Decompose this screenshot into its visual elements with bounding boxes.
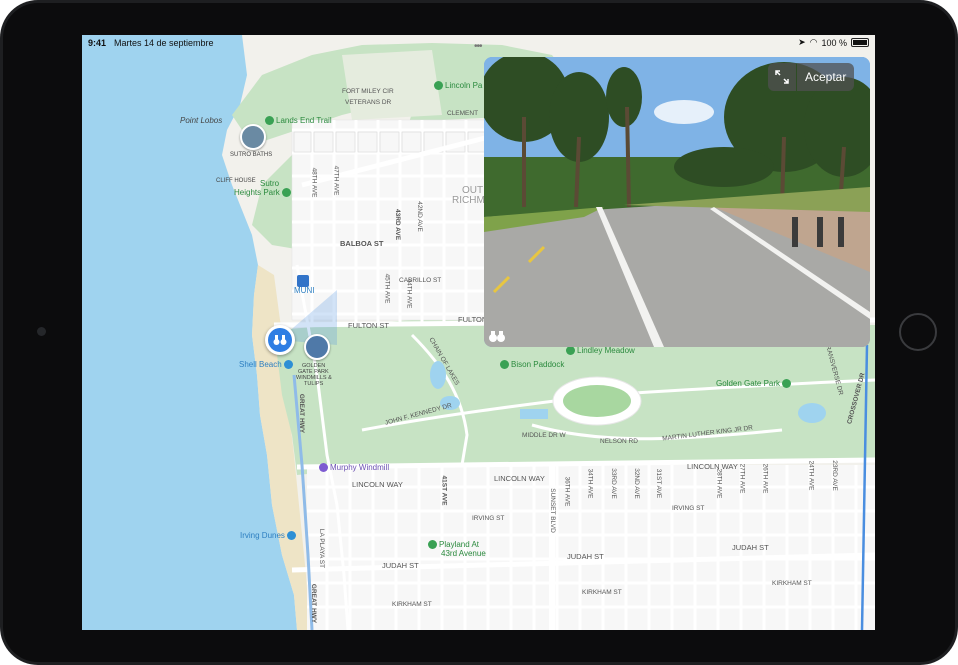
street-kirkham-1: KIRKHAM ST — [392, 601, 432, 608]
beach-icon — [283, 360, 293, 369]
windmills-label-4: TULIPS — [304, 381, 324, 387]
street-36th-ave: 36TH AVE — [563, 476, 571, 507]
poi-shell-beach[interactable]: Shell Beach — [239, 360, 295, 369]
park-icon — [782, 379, 792, 388]
status-bar: 9:41 Martes 14 de septiembre ••• ➤ ◠ 100… — [82, 35, 875, 52]
street-48th-ave: 48TH AVE — [310, 167, 318, 198]
street-45th-ave: 45TH AVE — [383, 273, 391, 304]
poi-playland[interactable]: Playland At — [428, 540, 479, 549]
status-date: Martes 14 de septiembre — [114, 38, 214, 48]
multitasking-grabber-icon[interactable]: ••• — [474, 41, 482, 52]
ipad-frame: FORT MILEY CIR VETERANS DR Lincoln Pa CL… — [0, 0, 958, 665]
park-icon — [434, 81, 443, 90]
cliff-house-label: CLIFF HOUSE — [216, 178, 256, 184]
look-around-controls: Aceptar — [768, 63, 855, 91]
street-great-hwy-2: GREAT HWY — [310, 583, 318, 624]
poi-golden-gate-park[interactable]: Golden Gate Park — [716, 379, 793, 388]
street-28th-ave: 28TH AVE — [715, 468, 723, 499]
sutro-baths-thumbnail[interactable] — [240, 124, 266, 150]
street-43rd-ave: 43RD AVE — [394, 208, 402, 241]
poi-bison-paddock[interactable]: Bison Paddock — [500, 360, 564, 369]
poi-murphy-windmill[interactable]: Murphy Windmill — [319, 463, 389, 472]
look-around-image[interactable] — [484, 57, 870, 347]
status-time: 9:41 — [88, 38, 107, 48]
street-middle: MIDDLE DR W — [522, 432, 566, 439]
windmills-thumbnail[interactable] — [304, 334, 330, 360]
street-41st-ave: 41ST AVE — [440, 475, 448, 506]
street-balboa: BALBOA ST — [340, 239, 384, 248]
binoculars-icon[interactable] — [488, 329, 506, 343]
street-great-hwy-1: GREAT HWY — [298, 393, 306, 434]
street-sunset-blvd: SUNSET BLVD — [548, 488, 556, 533]
street-kirkham-2: KIRKHAM ST — [582, 589, 622, 596]
street-33rd-ave: 33RD AVE — [609, 468, 617, 499]
street-23rd-ave: 23RD AVE — [830, 460, 838, 491]
home-button[interactable] — [899, 313, 937, 351]
street-fulton-2: FULTON — [458, 315, 488, 324]
landmark-icon — [319, 463, 328, 472]
street-la-playa: LA PLAYA ST — [318, 528, 326, 569]
poi-irving-dunes[interactable]: Irving Dunes — [240, 531, 298, 540]
fort-miley-label-2: VETERANS DR — [345, 99, 392, 106]
beach-icon — [287, 531, 297, 540]
outer-richmond-label-2: RICHM — [452, 195, 485, 206]
expand-arrows-icon[interactable] — [768, 63, 796, 91]
status-right: ➤ ◠ 100 % — [798, 37, 869, 48]
battery-icon — [851, 38, 869, 47]
park-icon — [282, 188, 292, 197]
wifi-icon: ◠ — [809, 37, 818, 47]
street-31st-ave: 31ST AVE — [655, 468, 663, 499]
poi-sutro-heights-park[interactable]: Heights Park — [234, 188, 293, 197]
street-irving-2: IRVING ST — [672, 505, 705, 512]
street-judah-3: JUDAH ST — [732, 543, 769, 552]
binoculars-marker-icon — [268, 328, 292, 352]
look-around-position-marker[interactable] — [265, 325, 295, 355]
street-judah-2: JUDAH ST — [567, 552, 604, 561]
sutro-heights-park-label-1: Sutro — [260, 179, 280, 188]
street-34th-ave: 34TH AVE — [586, 468, 594, 499]
street-fulton-1: FULTON ST — [348, 321, 389, 330]
street-lincoln-1: LINCOLN WAY — [352, 480, 403, 489]
park-icon — [566, 346, 575, 355]
sutro-baths-label: SUTRO BATHS — [230, 152, 273, 158]
street-nelson: NELSON RD — [600, 438, 638, 445]
poi-lincoln-park[interactable]: Lincoln Pa — [434, 81, 482, 90]
fort-miley-label-1: FORT MILEY CIR — [342, 88, 394, 95]
poi-lindley-meadow[interactable]: Lindley Meadow — [566, 346, 635, 355]
street-clement: CLEMENT — [447, 110, 479, 117]
point-lobos-label: Point Lobos — [180, 116, 223, 125]
street-32nd-ave: 32ND AVE — [632, 468, 640, 499]
maps-screen: FORT MILEY CIR VETERANS DR Lincoln Pa CL… — [82, 35, 875, 630]
street-irving-1: IRVING ST — [472, 515, 505, 522]
street-judah-1: JUDAH ST — [382, 561, 419, 570]
hiking-icon — [265, 116, 274, 125]
street-kirkham-3: KIRKHAM ST — [772, 580, 812, 587]
muni-stop-label[interactable]: MUNI — [294, 286, 314, 295]
park-icon — [500, 360, 509, 369]
street-42nd-ave: 42ND AVE — [415, 201, 423, 232]
street-44th-ave: 44TH AVE — [405, 278, 413, 309]
location-arrow-icon: ➤ — [798, 37, 806, 47]
street-47th-ave: 47TH AVE — [332, 165, 340, 196]
front-camera — [37, 327, 46, 336]
street-27th-ave: 27TH AVE — [738, 463, 746, 494]
street-26th-ave: 26TH AVE — [761, 463, 769, 494]
street-lincoln-3: LINCOLN WAY — [687, 462, 738, 471]
look-around-panel[interactable]: Aceptar — [484, 57, 870, 347]
street-lincoln-2: LINCOLN WAY — [494, 474, 545, 483]
playland-label-2: 43rd Avenue — [441, 549, 486, 558]
done-button[interactable]: Aceptar — [797, 63, 855, 91]
battery-percent: 100 % — [821, 37, 847, 48]
street-24th-ave: 24TH AVE — [807, 460, 815, 491]
poi-lands-end-trail[interactable]: Lands End Trail — [265, 116, 332, 125]
park-icon — [428, 540, 437, 549]
